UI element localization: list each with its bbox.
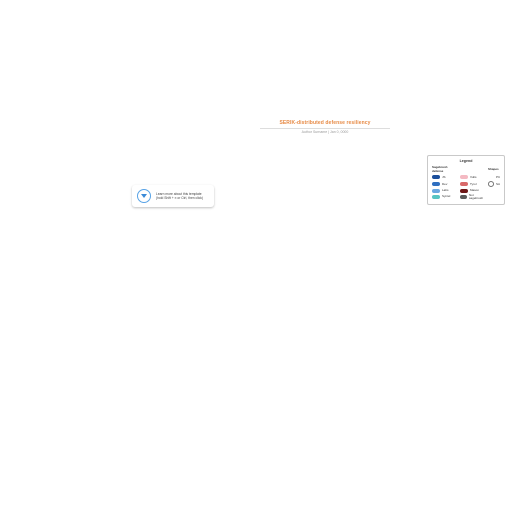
tip-card[interactable]: Learn more about this template (hold Shi… xyxy=(132,185,214,207)
swatch xyxy=(460,195,467,199)
tip-line1: Learn more about this template xyxy=(156,192,202,196)
tip-line2-pre: (hold Shift + xyxy=(156,196,175,200)
swatch-label: JS xyxy=(442,176,446,179)
swatch-label: Syntel xyxy=(442,195,450,198)
hexagon-icon xyxy=(488,174,494,180)
swatch xyxy=(460,189,468,193)
legend-cell: Dev xyxy=(432,182,458,186)
page-title: SERIK-distributed defense resiliency xyxy=(260,120,390,126)
play-icon xyxy=(137,189,151,203)
legend-title: Legend xyxy=(432,159,500,163)
shape-label: SA xyxy=(496,182,500,186)
swatch xyxy=(460,175,468,179)
legend-cell: Not sagebrush xyxy=(460,194,486,200)
tip-line2-post: or Ctrl, then click) xyxy=(176,196,203,200)
legend-head-col1: Sagebrush defense xyxy=(432,165,458,173)
tip-text: Learn more about this template (hold Shi… xyxy=(156,192,203,201)
swatch xyxy=(432,189,440,193)
legend-cell: JS xyxy=(432,175,458,179)
legend-shape-cell: PC xyxy=(488,174,506,180)
legend-cell: Vults xyxy=(460,175,486,179)
legend-head-col3: Shapes xyxy=(488,167,506,171)
legend-cell: Labs xyxy=(432,189,458,193)
canvas: SERIK-distributed defense resiliency Aut… xyxy=(0,0,516,516)
swatch xyxy=(432,182,440,186)
legend-cell: Mason xyxy=(460,189,486,193)
swatch xyxy=(460,182,468,186)
legend-cell: Syntel xyxy=(432,195,458,199)
title-block: SERIK-distributed defense resiliency Aut… xyxy=(260,120,390,134)
swatch-label: Dev xyxy=(442,183,447,186)
swatch-label: Labs xyxy=(442,189,449,192)
legend-cell: Tyrol xyxy=(460,182,486,186)
swatch-label: Tyrol xyxy=(470,183,477,186)
swatch xyxy=(432,195,440,199)
swatch-label: Mason xyxy=(470,189,479,192)
swatch-label: Vults xyxy=(470,176,477,179)
legend: Legend Sagebrush defense Shapes JS Vults… xyxy=(427,155,505,205)
swatch-label: Not sagebrush xyxy=(469,194,486,200)
shape-label: PC xyxy=(496,175,500,179)
swatch xyxy=(432,175,440,179)
page-subtitle: Author Surname | Jan 0, 0000 xyxy=(260,128,390,134)
